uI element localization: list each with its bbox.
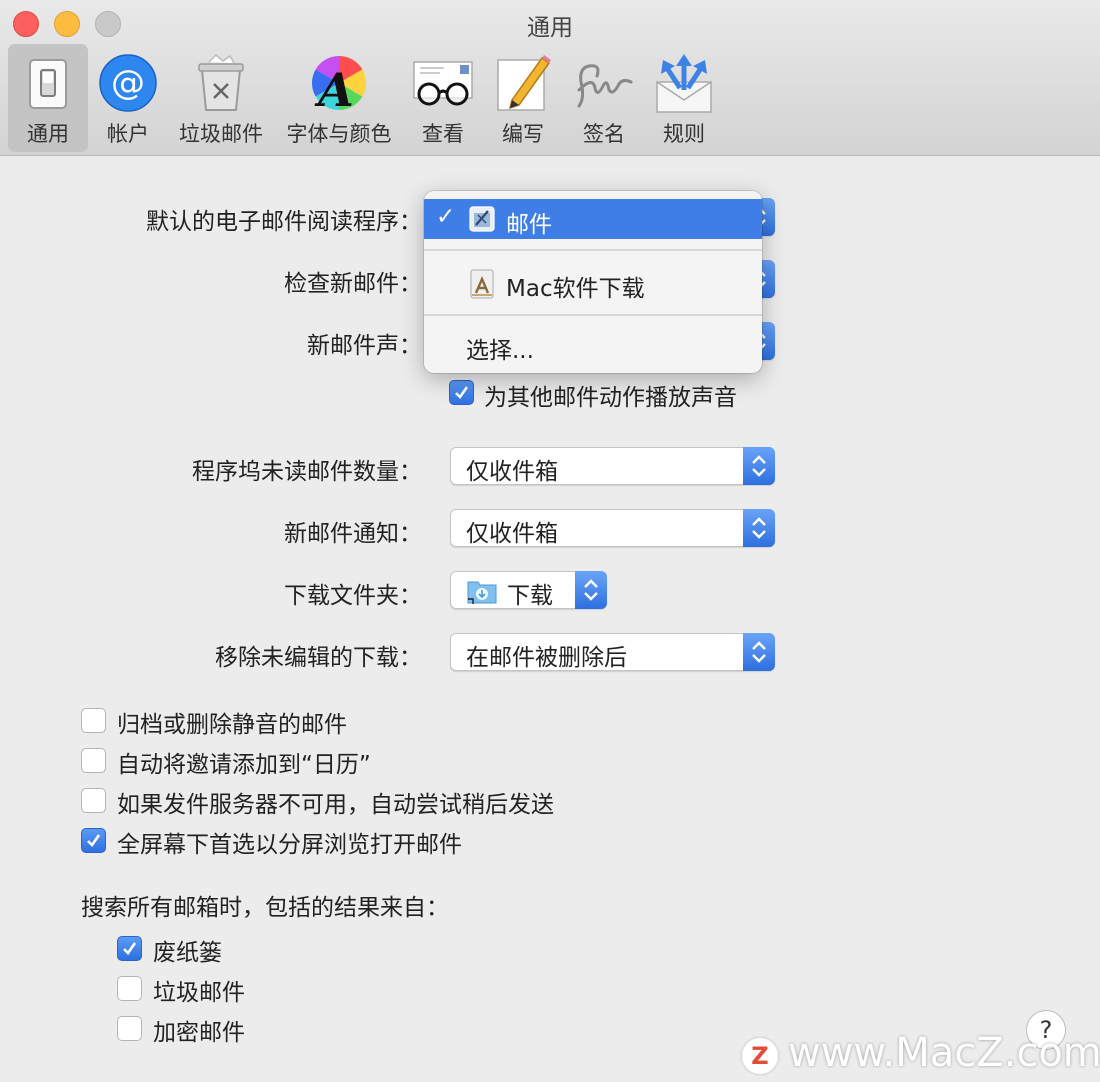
retry-send-label: 如果发件服务器不可用，自动尝试稍后发送 (117, 792, 554, 818)
archive-muted-label: 归档或删除静音的邮件 (117, 712, 347, 738)
menu-item-mail[interactable]: ✓ 邮件 (424, 199, 762, 239)
search-trash-checkbox[interactable] (117, 936, 142, 961)
notifications-value: 仅收件箱 (466, 521, 558, 547)
tab-viewing-label: 查看 (422, 122, 464, 146)
remove-downloads-stepper (743, 633, 775, 671)
split-view-checkbox[interactable] (81, 828, 106, 853)
tab-fonts-colors[interactable]: A 字体与颜色 (280, 44, 398, 152)
retry-send-checkbox[interactable] (81, 788, 106, 813)
checkmark-icon (87, 834, 101, 848)
tab-rules-label: 规则 (663, 122, 705, 146)
switch-icon (29, 59, 67, 109)
window-title: 通用 (527, 15, 573, 41)
glasses-icon (413, 61, 473, 106)
signature-icon (577, 64, 633, 108)
watermark-logo: Z (742, 1038, 778, 1074)
notifications-stepper (743, 509, 775, 547)
dock-unread-value: 仅收件箱 (466, 459, 558, 485)
tab-junk-label: 垃圾邮件 (179, 122, 263, 146)
app-document-icon (470, 269, 494, 299)
tab-general-label: 通用 (27, 122, 69, 146)
checkmark-icon (455, 386, 469, 400)
menu-item-choose[interactable]: 选择... (424, 325, 762, 365)
tab-general[interactable]: 通用 (8, 44, 88, 152)
tab-accounts[interactable]: @ 帐户 (92, 44, 164, 152)
tab-composing-label: 编写 (502, 122, 544, 146)
play-sounds-label: 为其他邮件动作播放声音 (484, 385, 737, 411)
tab-fonts-colors-label: 字体与颜色 (286, 122, 392, 146)
remove-downloads-value: 在邮件被删除后 (466, 645, 627, 671)
search-encrypted-checkbox[interactable] (117, 1016, 142, 1041)
search-encrypted-label: 加密邮件 (153, 1020, 245, 1046)
pencil-paper-icon (497, 55, 551, 111)
add-invites-checkbox[interactable] (81, 748, 106, 773)
tab-accounts-label: 帐户 (107, 122, 149, 146)
split-view-label: 全屏幕下首选以分屏浏览打开邮件 (117, 832, 462, 858)
mail-app-icon (469, 206, 495, 232)
tab-signatures-label: 签名 (583, 122, 625, 146)
tab-signatures[interactable]: 签名 (566, 44, 642, 152)
svg-text:A: A (314, 63, 354, 114)
menu-item-choose-label: 选择... (466, 338, 534, 364)
downloads-folder-value: 下载 (507, 583, 553, 609)
stepper-arrows-icon (584, 579, 598, 601)
new-mail-sound-label: 新邮件声： (307, 333, 422, 359)
menu-separator (424, 249, 762, 251)
tab-composing[interactable]: 编写 (488, 44, 558, 152)
downloads-folder-icon (467, 581, 497, 604)
remove-downloads-popup[interactable]: 在邮件被删除后 (450, 633, 775, 671)
search-trash-label: 废纸篓 (153, 940, 222, 966)
preferences-window: 通用 通用 @ 帐户 垃圾邮件 A 字体与颜色 查看 编写 签名 规则 默认的电… (0, 0, 1100, 1082)
archive-muted-checkbox[interactable] (81, 708, 106, 733)
tab-junk[interactable]: 垃圾邮件 (170, 44, 272, 152)
watermark-text: www.MacZ.com (788, 1030, 1100, 1076)
svg-text:@: @ (111, 63, 145, 103)
dock-unread-label: 程序坞未读邮件数量： (192, 459, 422, 485)
search-junk-checkbox[interactable] (117, 976, 142, 1001)
stepper-arrows-icon (752, 517, 766, 539)
menu-item-mail-label: 邮件 (506, 212, 552, 238)
font-color-wheel-icon: A (311, 55, 367, 114)
downloads-folder-label: 下载文件夹： (284, 583, 422, 609)
downloads-folder-stepper (575, 571, 607, 609)
check-mail-label: 检查新邮件： (284, 271, 422, 297)
checkmark-icon (123, 942, 137, 956)
search-junk-label: 垃圾邮件 (153, 980, 245, 1006)
dock-unread-popup[interactable]: 仅收件箱 (450, 447, 775, 485)
toolbar: 通用 通用 @ 帐户 垃圾邮件 A 字体与颜色 查看 编写 签名 规则 (0, 0, 1100, 156)
menu-separator (424, 314, 762, 316)
default-reader-label: 默认的电子邮件阅读程序： (146, 209, 422, 235)
search-heading: 搜索所有邮箱时，包括的结果来自： (81, 895, 449, 921)
add-invites-label: 自动将邀请添加到“日历” (117, 752, 371, 778)
downloads-folder-popup[interactable]: 下载 (450, 571, 607, 609)
menu-item-mac-download[interactable]: Mac软件下载 (424, 263, 762, 303)
notifications-label: 新邮件通知： (284, 521, 422, 547)
menu-item-mac-download-label: Mac软件下载 (506, 276, 645, 302)
envelope-arrows-icon (656, 54, 712, 113)
at-sign-icon: @ (99, 54, 157, 112)
notifications-popup[interactable]: 仅收件箱 (450, 509, 775, 547)
stepper-arrows-icon (752, 455, 766, 477)
tab-rules[interactable]: 规则 (648, 44, 720, 152)
play-sounds-checkbox[interactable] (449, 380, 474, 405)
checkmark-icon: ✓ (436, 204, 456, 230)
default-reader-menu: ✓ 邮件 Mac软件下载 选择... (424, 191, 762, 373)
remove-downloads-label: 移除未编辑的下载： (215, 645, 422, 671)
dock-unread-stepper (743, 447, 775, 485)
tab-viewing[interactable]: 查看 (406, 44, 480, 152)
stepper-arrows-icon (752, 641, 766, 663)
trash-bin-icon (198, 53, 244, 111)
